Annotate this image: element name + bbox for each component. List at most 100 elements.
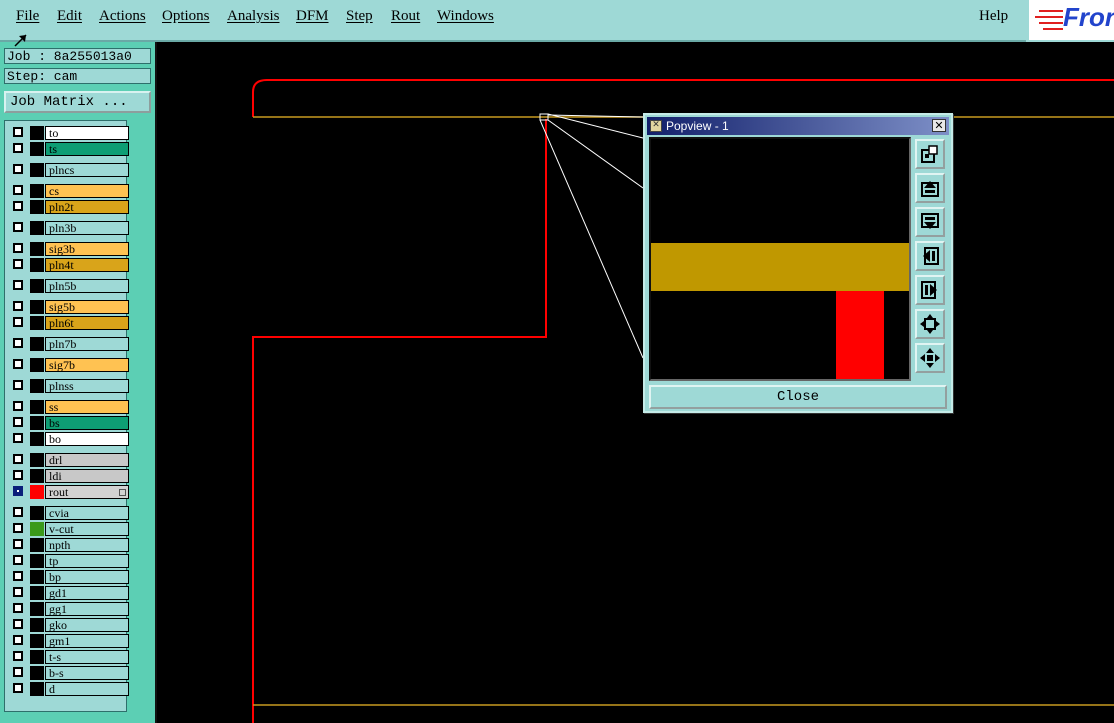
layer-name[interactable]: tp — [45, 554, 129, 568]
layer-name[interactable]: cs — [45, 184, 129, 198]
layer-name[interactable]: d — [45, 682, 129, 696]
layer-name[interactable]: pln4t — [45, 258, 129, 272]
layer-color-swatch[interactable] — [30, 469, 44, 483]
layer-checkbox[interactable] — [13, 571, 23, 581]
layer-name[interactable]: npth — [45, 538, 129, 552]
layer-color-swatch[interactable] — [30, 337, 44, 351]
layer-checkbox[interactable] — [13, 185, 23, 195]
layer-checkbox[interactable] — [13, 359, 23, 369]
layer-color-swatch[interactable] — [30, 300, 44, 314]
layer-name[interactable]: t-s — [45, 650, 129, 664]
layer-name[interactable]: plnss — [45, 379, 129, 393]
menu-help[interactable]: Help — [979, 8, 1008, 25]
layer-checkbox[interactable] — [13, 201, 23, 211]
layer-name[interactable]: drl — [45, 453, 129, 467]
graphics-canvas[interactable] — [157, 44, 1114, 723]
layer-checkbox[interactable] — [13, 619, 23, 629]
layer-row-gg1[interactable]: gg1 — [9, 602, 129, 616]
layer-row-ss[interactable]: ss — [9, 400, 129, 414]
close-button[interactable]: Close — [649, 385, 947, 409]
menu-windows[interactable]: Windows — [437, 8, 494, 25]
layer-name[interactable]: to — [45, 126, 129, 140]
pan-button[interactable] — [915, 343, 945, 373]
move-left-button[interactable] — [915, 241, 945, 271]
popview-viewport[interactable] — [649, 137, 911, 381]
layer-checkbox[interactable] — [13, 401, 23, 411]
layer-checkbox[interactable] — [13, 651, 23, 661]
layer-row-sig3b[interactable]: sig3b — [9, 242, 129, 256]
layer-row-drl[interactable]: drl — [9, 453, 129, 467]
layer-row-rout[interactable]: rout — [9, 485, 129, 499]
layer-name[interactable]: ldi — [45, 469, 129, 483]
layer-row-pln7b[interactable]: pln7b — [9, 337, 129, 351]
layer-checkbox[interactable] — [13, 433, 23, 443]
layer-row-pln5b[interactable]: pln5b — [9, 279, 129, 293]
layer-row-npth[interactable]: npth — [9, 538, 129, 552]
layer-color-swatch[interactable] — [30, 242, 44, 256]
layer-expand-icon[interactable] — [119, 489, 126, 496]
layer-checkbox[interactable] — [13, 222, 23, 232]
zoom-fit-button[interactable] — [915, 309, 945, 339]
layer-color-swatch[interactable] — [30, 316, 44, 330]
layer-row-plncs[interactable]: plncs — [9, 163, 129, 177]
zoom-window-button[interactable] — [915, 139, 945, 169]
layer-name[interactable]: pln5b — [45, 279, 129, 293]
menu-file[interactable]: File — [16, 8, 39, 25]
layer-name[interactable]: sig7b — [45, 358, 129, 372]
layer-name[interactable]: sig5b — [45, 300, 129, 314]
layer-checkbox[interactable] — [13, 280, 23, 290]
layer-checkbox[interactable] — [13, 539, 23, 549]
layer-color-swatch[interactable] — [30, 586, 44, 600]
layer-row-gm1[interactable]: gm1 — [9, 634, 129, 648]
layer-checkbox[interactable] — [13, 164, 23, 174]
layer-checkbox[interactable] — [13, 470, 23, 480]
layer-color-swatch[interactable] — [30, 602, 44, 616]
layer-name[interactable]: pln6t — [45, 316, 129, 330]
layer-row-pln3b[interactable]: pln3b — [9, 221, 129, 235]
layer-color-swatch[interactable] — [30, 379, 44, 393]
layer-color-swatch[interactable] — [30, 184, 44, 198]
layer-row-ts[interactable]: ts — [9, 142, 129, 156]
move-up-button[interactable] — [915, 173, 945, 203]
layer-name[interactable]: gko — [45, 618, 129, 632]
layer-color-swatch[interactable] — [30, 682, 44, 696]
layer-checkbox[interactable] — [13, 317, 23, 327]
layer-checkbox[interactable] — [13, 417, 23, 427]
menu-edit[interactable]: Edit — [57, 8, 82, 25]
layer-color-swatch[interactable] — [30, 666, 44, 680]
layer-name[interactable]: v-cut — [45, 522, 129, 536]
layer-name[interactable]: b-s — [45, 666, 129, 680]
layer-row-ldi[interactable]: ldi — [9, 469, 129, 483]
layer-row-bo[interactable]: bo — [9, 432, 129, 446]
layer-name[interactable]: plncs — [45, 163, 129, 177]
layer-color-swatch[interactable] — [30, 554, 44, 568]
layer-row-b-s[interactable]: b-s — [9, 666, 129, 680]
layer-color-swatch[interactable] — [30, 634, 44, 648]
layer-name[interactable]: ts — [45, 142, 129, 156]
layer-name[interactable]: gg1 — [45, 602, 129, 616]
layer-color-swatch[interactable] — [30, 650, 44, 664]
layer-name[interactable]: gm1 — [45, 634, 129, 648]
layer-color-swatch[interactable] — [30, 400, 44, 414]
layer-name[interactable]: gd1 — [45, 586, 129, 600]
layer-checkbox[interactable] — [13, 486, 23, 496]
layer-color-swatch[interactable] — [30, 432, 44, 446]
layer-name[interactable]: sig3b — [45, 242, 129, 256]
layer-row-bs[interactable]: bs — [9, 416, 129, 430]
layer-name[interactable]: rout — [45, 485, 129, 499]
layer-checkbox[interactable] — [13, 667, 23, 677]
move-right-button[interactable] — [915, 275, 945, 305]
layer-color-swatch[interactable] — [30, 453, 44, 467]
layer-scrollbar[interactable] — [129, 120, 153, 712]
menu-actions[interactable]: Actions — [99, 8, 146, 25]
menu-options[interactable]: Options — [162, 8, 210, 25]
layer-row-pln4t[interactable]: pln4t — [9, 258, 129, 272]
layer-row-sig7b[interactable]: sig7b — [9, 358, 129, 372]
layer-checkbox[interactable] — [13, 635, 23, 645]
layer-checkbox[interactable] — [13, 523, 23, 533]
layer-row-pln2t[interactable]: pln2t — [9, 200, 129, 214]
menu-analysis[interactable]: Analysis — [227, 8, 280, 25]
layer-color-swatch[interactable] — [30, 200, 44, 214]
layer-checkbox[interactable] — [13, 555, 23, 565]
layer-name[interactable]: bo — [45, 432, 129, 446]
